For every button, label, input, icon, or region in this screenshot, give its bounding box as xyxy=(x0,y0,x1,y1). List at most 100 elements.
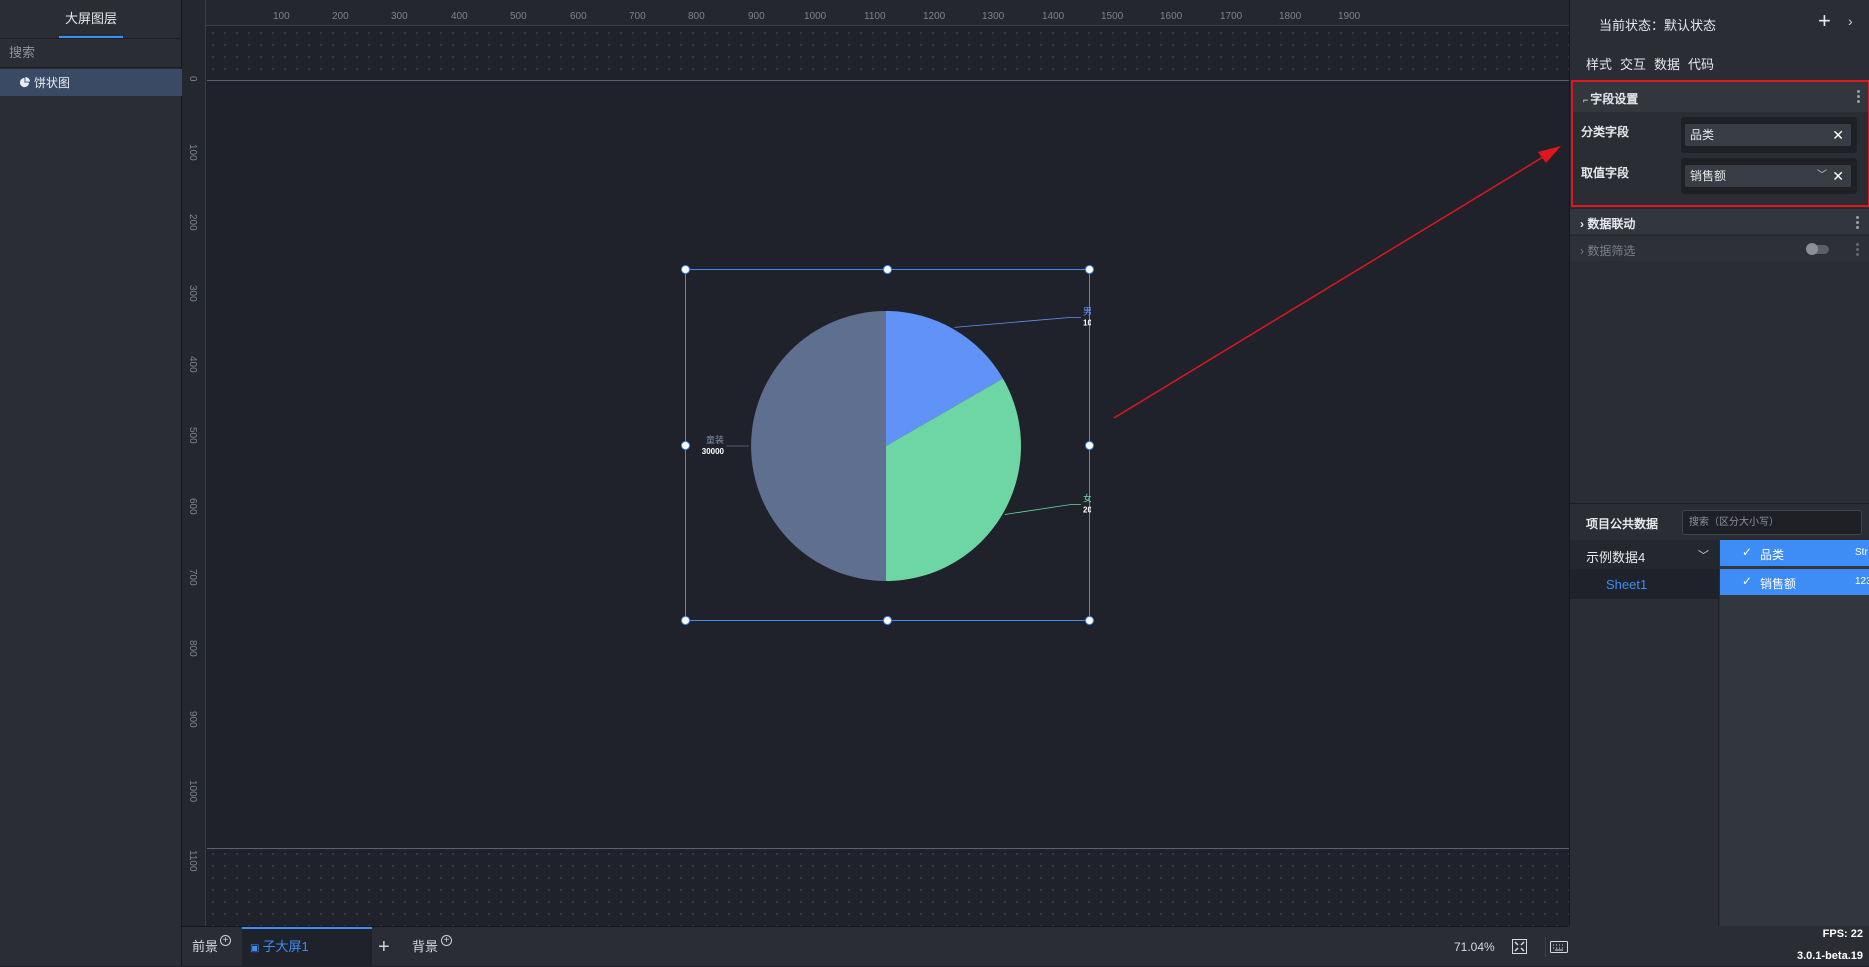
screen-icon: ▣ xyxy=(250,943,260,954)
value-field-value: 销售额 xyxy=(1690,169,1727,183)
field-list: ✓ 品类 Str ✓ 销售额 123 xyxy=(1720,540,1869,926)
tab-foreground-label: 前景 xyxy=(192,939,219,954)
ruler-tick: 100 xyxy=(273,11,290,22)
ruler-tick: 1800 xyxy=(1279,11,1302,22)
tab-sub-screen[interactable]: ▣ 子大屏1 xyxy=(242,927,372,967)
resize-handle-top[interactable] xyxy=(883,265,892,274)
ruler-tick: 1000 xyxy=(187,780,198,803)
tab-background-label: 背景 xyxy=(412,939,439,954)
tab-data[interactable]: 数据 xyxy=(1654,54,1680,73)
category-field-label: 分类字段 xyxy=(1581,125,1630,139)
tab-interaction[interactable]: 交互 xyxy=(1620,54,1646,73)
field-name: 销售额 xyxy=(1760,577,1797,591)
resize-handle-bottom-right[interactable] xyxy=(1085,616,1094,625)
selected-pie-chart-component[interactable]: 男装 10000 女装 20000 童装 30000 xyxy=(681,265,1094,625)
expand-state-button[interactable]: › xyxy=(1848,13,1853,29)
field-settings-title-text: 字段设置 xyxy=(1590,92,1639,106)
field-name: 品类 xyxy=(1760,548,1785,562)
ruler-tick: 700 xyxy=(629,11,646,22)
data-filter-title-text: 数据筛选 xyxy=(1587,244,1636,258)
field-settings-title: ⌐ 字段设置 xyxy=(1583,90,1638,107)
pie-chart-icon xyxy=(19,77,30,88)
resize-handle-bottom-left[interactable] xyxy=(681,616,690,625)
more-options-icon[interactable] xyxy=(1857,90,1860,103)
category-field-value: 品类 xyxy=(1690,128,1715,142)
screen-tabs-bar: 前景 + ▣ 子大屏1 + 背景 + 71.04% xyxy=(182,926,1569,967)
pie-slice[interactable] xyxy=(751,311,886,581)
dataset-name: 示例数据4 xyxy=(1586,550,1646,565)
ruler-tick: 0 xyxy=(187,76,198,82)
field-row[interactable]: ✓ 品类 Str xyxy=(1720,540,1869,566)
stage-bottom-guide xyxy=(207,848,1569,849)
resize-handle-top-left[interactable] xyxy=(681,265,690,274)
resize-handle-top-right[interactable] xyxy=(1085,265,1094,274)
layer-item-pie-chart[interactable]: 饼状图 xyxy=(0,69,182,96)
public-data-search-input[interactable] xyxy=(1682,510,1862,535)
ruler-tick: 300 xyxy=(187,285,198,302)
more-options-icon[interactable] xyxy=(1856,243,1859,256)
ruler-tick: 700 xyxy=(187,569,198,586)
public-data-header: 项目公共数据 xyxy=(1570,503,1869,540)
ruler-tick: 1300 xyxy=(982,11,1005,22)
ruler-tick: 200 xyxy=(332,11,349,22)
resize-handle-right[interactable] xyxy=(1085,441,1094,450)
field-type: 123 xyxy=(1855,576,1869,587)
label-leader-line xyxy=(954,316,1081,328)
add-screen-button[interactable]: + xyxy=(378,927,390,967)
ruler-tick: 400 xyxy=(451,11,468,22)
chevron-down-icon[interactable]: ﹀ xyxy=(1698,547,1709,563)
ruler-tick: 800 xyxy=(688,11,705,22)
slice-value-label: 20000 xyxy=(1083,506,1091,515)
tab-foreground[interactable]: 前景 xyxy=(192,927,218,967)
field-settings-header[interactable]: ⌐ 字段设置 xyxy=(1573,82,1868,112)
slice-category-label: 男装 xyxy=(1083,305,1091,316)
dataset-item[interactable]: 示例数据4 ﹀ xyxy=(1570,540,1719,569)
sheet-item[interactable]: Sheet1 xyxy=(1570,569,1719,599)
value-field-value-box[interactable]: 销售额 ﹀ ✕ xyxy=(1685,165,1851,187)
add-state-button[interactable]: + xyxy=(1818,8,1831,34)
add-foreground-icon[interactable]: + xyxy=(220,935,231,946)
clear-category-icon[interactable]: ✕ xyxy=(1832,124,1844,146)
field-row[interactable]: ✓ 销售额 123 xyxy=(1720,569,1869,595)
more-options-icon[interactable] xyxy=(1856,216,1859,229)
ruler-tick: 500 xyxy=(187,427,198,444)
tab-code[interactable]: 代码 xyxy=(1688,54,1714,73)
value-field-select[interactable]: 销售额 ﹀ ✕ xyxy=(1681,158,1857,194)
ruler-tick: 1100 xyxy=(187,850,198,872)
data-filter-section-header[interactable]: › 数据筛选 xyxy=(1570,235,1869,261)
tab-style[interactable]: 样式 xyxy=(1586,54,1612,73)
category-field-select[interactable]: 品类 ✕ xyxy=(1681,117,1857,153)
ruler-tick: 1000 xyxy=(804,11,827,22)
layers-panel: 大屏图层 搜索 饼状图 xyxy=(0,0,182,966)
property-tabs: 样式 交互 数据 代码 xyxy=(1570,46,1869,78)
zoom-level[interactable]: 71.04% xyxy=(1454,927,1495,967)
category-field-value-box[interactable]: 品类 ✕ xyxy=(1685,124,1851,146)
ruler-tick: 300 xyxy=(391,11,408,22)
slice-value-label: 10000 xyxy=(1083,318,1091,327)
check-icon: ✓ xyxy=(1742,545,1753,559)
canvas-area[interactable]: 100 200 300 400 500 600 700 800 900 1000… xyxy=(182,0,1569,926)
ruler-tick: 800 xyxy=(187,640,198,657)
data-link-section-header[interactable]: › 数据联动 xyxy=(1570,208,1869,234)
sheet-name: Sheet1 xyxy=(1606,577,1648,592)
resize-handle-left[interactable] xyxy=(681,441,690,450)
keyboard-icon[interactable] xyxy=(1545,937,1569,957)
chevron-down-icon[interactable]: ﹀ xyxy=(1817,165,1827,187)
add-background-icon[interactable]: + xyxy=(441,935,452,946)
slice-category-label: 女装 xyxy=(1083,493,1091,504)
ruler-tick: 900 xyxy=(187,711,198,728)
ruler-tick: 1700 xyxy=(1220,11,1243,22)
layer-search-input[interactable]: 搜索 xyxy=(0,38,182,68)
current-state-label[interactable]: 当前状态：默认状态 xyxy=(1599,15,1716,34)
clear-value-icon[interactable]: ✕ xyxy=(1832,165,1844,187)
ruler-tick: 1500 xyxy=(1101,11,1124,22)
data-filter-toggle[interactable] xyxy=(1806,243,1829,255)
slice-category-label: 童装 xyxy=(706,434,724,445)
ruler-tick: 1200 xyxy=(923,11,946,22)
tab-screen-layers[interactable]: 大屏图层 xyxy=(0,0,182,38)
tab-background[interactable]: 背景 xyxy=(412,927,438,967)
pie-chart[interactable]: 男装 10000 女装 20000 童装 30000 xyxy=(686,270,1091,622)
resize-handle-bottom[interactable] xyxy=(883,616,892,625)
check-icon: ✓ xyxy=(1742,574,1753,588)
fit-screen-icon[interactable] xyxy=(1512,939,1527,954)
